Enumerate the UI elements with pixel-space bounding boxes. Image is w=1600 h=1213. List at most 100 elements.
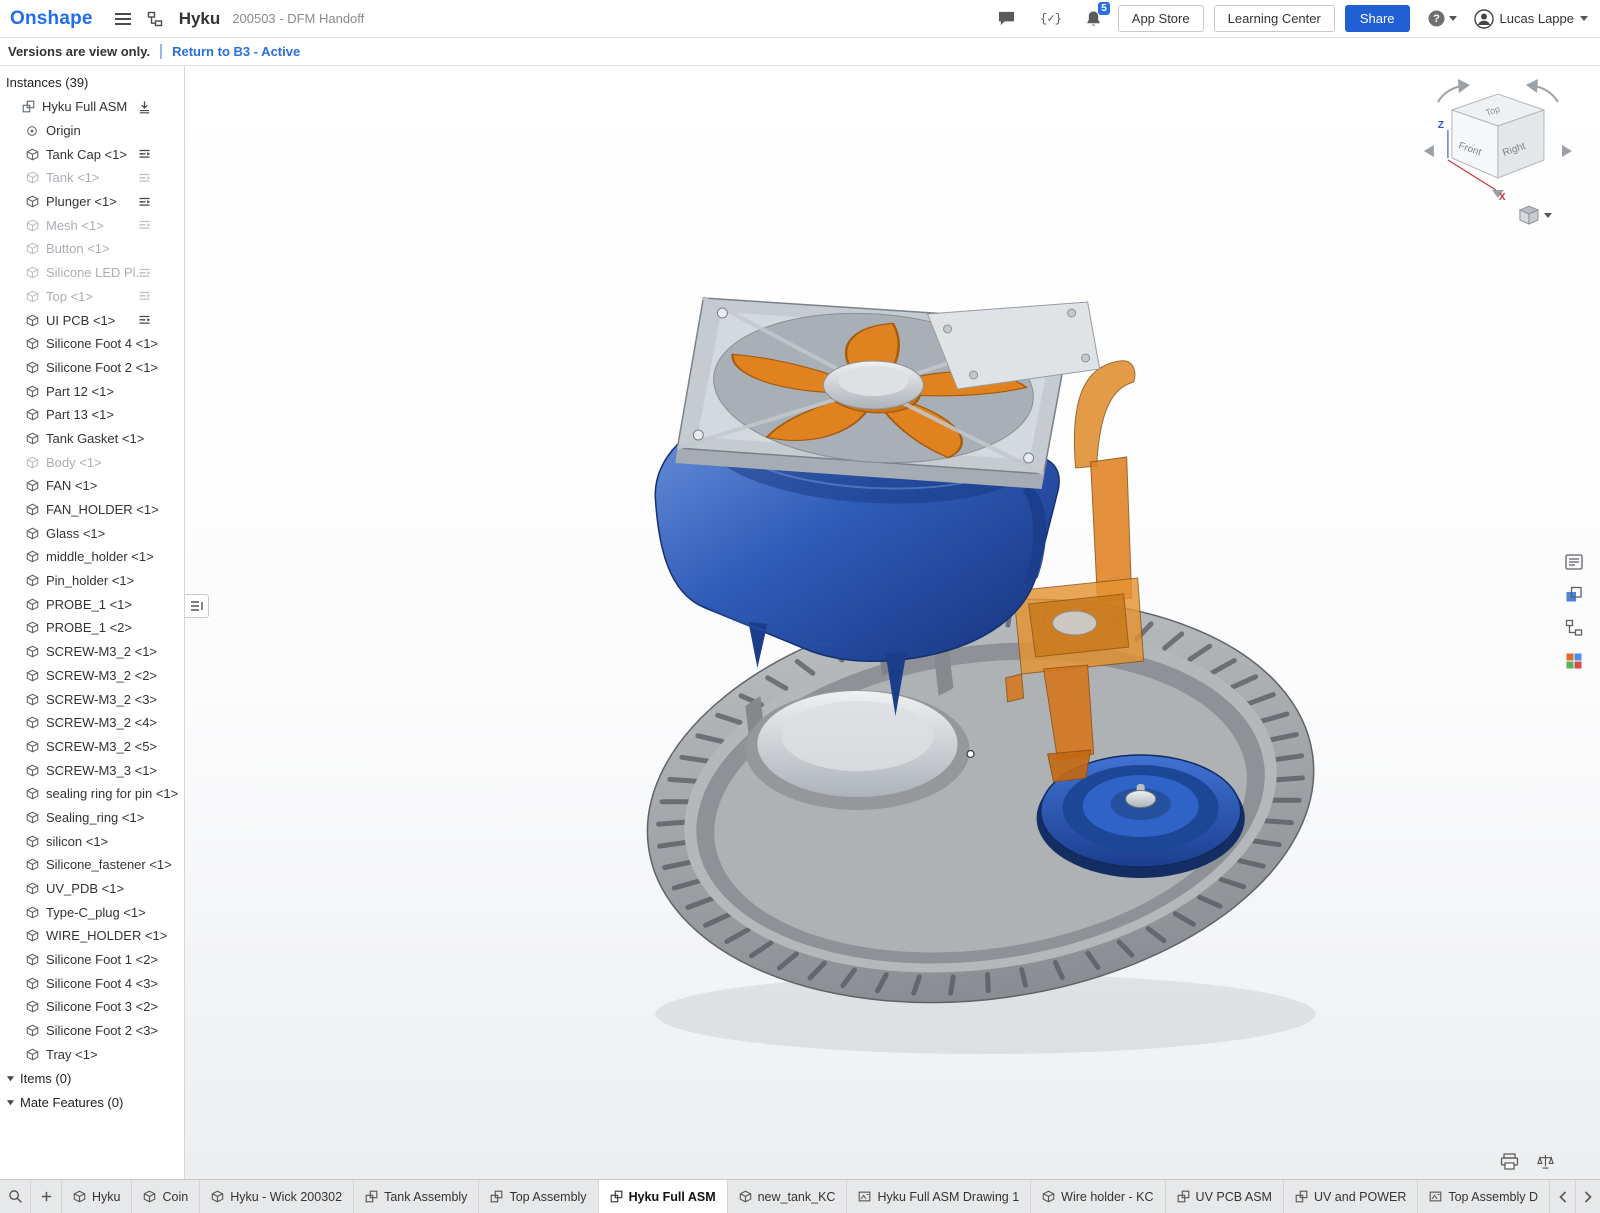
instance-row[interactable]: Top <1>: [0, 285, 184, 309]
instance-row[interactable]: Tank Cap <1>: [0, 142, 184, 166]
fan-assembly[interactable]: [675, 298, 1099, 489]
instance-row[interactable]: Tray <1>: [0, 1043, 184, 1067]
instance-row[interactable]: Silicone Foot 3 <2>: [0, 995, 184, 1019]
document-tab[interactable]: Top Assembly: [479, 1180, 598, 1213]
origin-row[interactable]: Origin: [0, 119, 184, 143]
instance-row[interactable]: SCREW-M3_2 <4>: [0, 711, 184, 735]
mate-features-section-header[interactable]: Mate Features (0): [0, 1090, 184, 1114]
instance-row[interactable]: Silicone Foot 4 <3>: [0, 971, 184, 995]
part-icon: [26, 716, 40, 729]
document-tab[interactable]: new_tank_KC: [728, 1180, 848, 1213]
rotate-left-arrow[interactable]: [1424, 145, 1434, 157]
instance-row[interactable]: Silicone_fastener <1>: [0, 853, 184, 877]
onshape-logo[interactable]: Onshape: [10, 8, 93, 30]
bom-table-icon[interactable]: [1562, 550, 1586, 574]
print-icon[interactable]: [1498, 1151, 1520, 1171]
document-tab[interactable]: UV PCB ASM: [1166, 1180, 1284, 1213]
instance-row[interactable]: Silicone Foot 2 <1>: [0, 356, 184, 380]
part-icon: [26, 290, 40, 303]
search-tabs-button[interactable]: [0, 1180, 31, 1213]
instance-row[interactable]: SCREW-M3_2 <5>: [0, 735, 184, 759]
return-to-active-link[interactable]: Return to B3 - Active: [172, 44, 300, 59]
app-store-button[interactable]: App Store: [1118, 5, 1204, 32]
instance-row[interactable]: Glass <1>: [0, 521, 184, 545]
document-tab[interactable]: Hyku Full ASM Drawing 1: [847, 1180, 1031, 1213]
instance-label: SCREW-M3_2 <5>: [46, 739, 157, 754]
comments-icon[interactable]: [997, 10, 1016, 27]
instance-row[interactable]: Silicone LED Pl...: [0, 261, 184, 285]
instance-row[interactable]: Plunger <1>: [0, 190, 184, 214]
instance-row[interactable]: Part 13 <1>: [0, 403, 184, 427]
instance-row[interactable]: sealing ring for pin <1>: [0, 782, 184, 806]
instance-row[interactable]: Tank Gasket <1>: [0, 427, 184, 451]
view-cube[interactable]: Top Front Right Z X: [1424, 79, 1572, 224]
instance-row[interactable]: PROBE_1 <1>: [0, 592, 184, 616]
instance-row[interactable]: PROBE_1 <2>: [0, 616, 184, 640]
document-tab[interactable]: Coin: [132, 1180, 200, 1213]
scroll-tabs-right-button[interactable]: [1575, 1180, 1600, 1213]
tab-label: UV PCB ASM: [1196, 1190, 1272, 1204]
instance-row[interactable]: Silicone Foot 1 <2>: [0, 948, 184, 972]
main-menu-icon[interactable]: [114, 12, 132, 26]
part-icon: [26, 669, 40, 682]
document-tab[interactable]: UV and POWER: [1284, 1180, 1418, 1213]
pump-platform[interactable]: [745, 690, 969, 810]
in-context-icon: [138, 220, 151, 231]
instance-row[interactable]: Pin_holder <1>: [0, 569, 184, 593]
user-menu[interactable]: Lucas Lappe: [1474, 9, 1588, 29]
document-tab[interactable]: Hyku - Wick 200302: [200, 1180, 354, 1213]
instance-row[interactable]: FAN <1>: [0, 474, 184, 498]
instance-row[interactable]: SCREW-M3_3 <1>: [0, 758, 184, 782]
mass-properties-icon[interactable]: [1534, 1151, 1556, 1171]
instance-row[interactable]: SCREW-M3_2 <1>: [0, 640, 184, 664]
document-tab[interactable]: Tank Assembly: [354, 1180, 479, 1213]
model-viewport[interactable]: Top Front Right Z X: [185, 66, 1600, 1179]
tab-label: UV and POWER: [1314, 1190, 1406, 1204]
plus-icon: [40, 1190, 53, 1203]
instance-row[interactable]: Mesh <1>: [0, 213, 184, 237]
scroll-tabs-left-button[interactable]: [1550, 1180, 1575, 1213]
document-tab[interactable]: Hyku Full ASM: [599, 1180, 728, 1213]
add-tab-button[interactable]: [31, 1180, 62, 1213]
rotate-right-arrow[interactable]: [1562, 145, 1572, 157]
view-cube-menu[interactable]: [1520, 206, 1552, 224]
tab-label: Hyku Full ASM Drawing 1: [877, 1190, 1019, 1204]
section-view-icon[interactable]: [1562, 583, 1586, 607]
view-only-message: Versions are view only.: [8, 44, 150, 59]
instance-label: Pin_holder <1>: [46, 573, 134, 588]
document-tab[interactable]: Wire holder - KC: [1031, 1180, 1165, 1213]
part-icon: [26, 171, 40, 184]
learning-center-button[interactable]: Learning Center: [1214, 5, 1335, 32]
instance-row[interactable]: FAN_HOLDER <1>: [0, 498, 184, 522]
instance-row[interactable]: Sealing_ring <1>: [0, 806, 184, 830]
instance-label: Silicone LED Pl...: [46, 265, 146, 280]
instance-row[interactable]: Tank <1>: [0, 166, 184, 190]
items-section-header[interactable]: Items (0): [0, 1066, 184, 1090]
versions-graph-icon[interactable]: [146, 11, 164, 27]
instance-row[interactable]: Silicone Foot 2 <3>: [0, 1019, 184, 1043]
hierarchy-panel-icon[interactable]: [1562, 616, 1586, 640]
insert-update-icon[interactable]: [138, 100, 151, 113]
instance-row[interactable]: Button <1>: [0, 237, 184, 261]
notifications-icon[interactable]: 5: [1086, 10, 1101, 27]
root-assembly-row[interactable]: Hyku Full ASM: [0, 95, 184, 119]
help-menu[interactable]: ?: [1427, 9, 1457, 28]
document-tab[interactable]: Hyku: [62, 1180, 132, 1213]
instance-row[interactable]: UI PCB <1>: [0, 308, 184, 332]
instance-row[interactable]: UV_PDB <1>: [0, 877, 184, 901]
instance-row[interactable]: Part 12 <1>: [0, 379, 184, 403]
instance-row[interactable]: Silicone Foot 4 <1>: [0, 332, 184, 356]
instance-row[interactable]: middle_holder <1>: [0, 545, 184, 569]
instance-row[interactable]: SCREW-M3_2 <3>: [0, 687, 184, 711]
instance-row[interactable]: silicon <1>: [0, 829, 184, 853]
model-canvas[interactable]: Top Front Right Z X: [185, 66, 1600, 1179]
document-tab[interactable]: Top Assembly D: [1418, 1180, 1549, 1213]
share-button[interactable]: Share: [1345, 5, 1410, 32]
featurescript-icon[interactable]: {✓}: [1040, 11, 1062, 26]
appearance-panel-icon[interactable]: [1562, 649, 1586, 673]
instance-row[interactable]: Type-C_plug <1>: [0, 900, 184, 924]
instance-row[interactable]: Body <1>: [0, 450, 184, 474]
instance-row[interactable]: WIRE_HOLDER <1>: [0, 924, 184, 948]
instance-row[interactable]: SCREW-M3_2 <2>: [0, 664, 184, 688]
panel-collapse-handle[interactable]: [185, 594, 209, 618]
